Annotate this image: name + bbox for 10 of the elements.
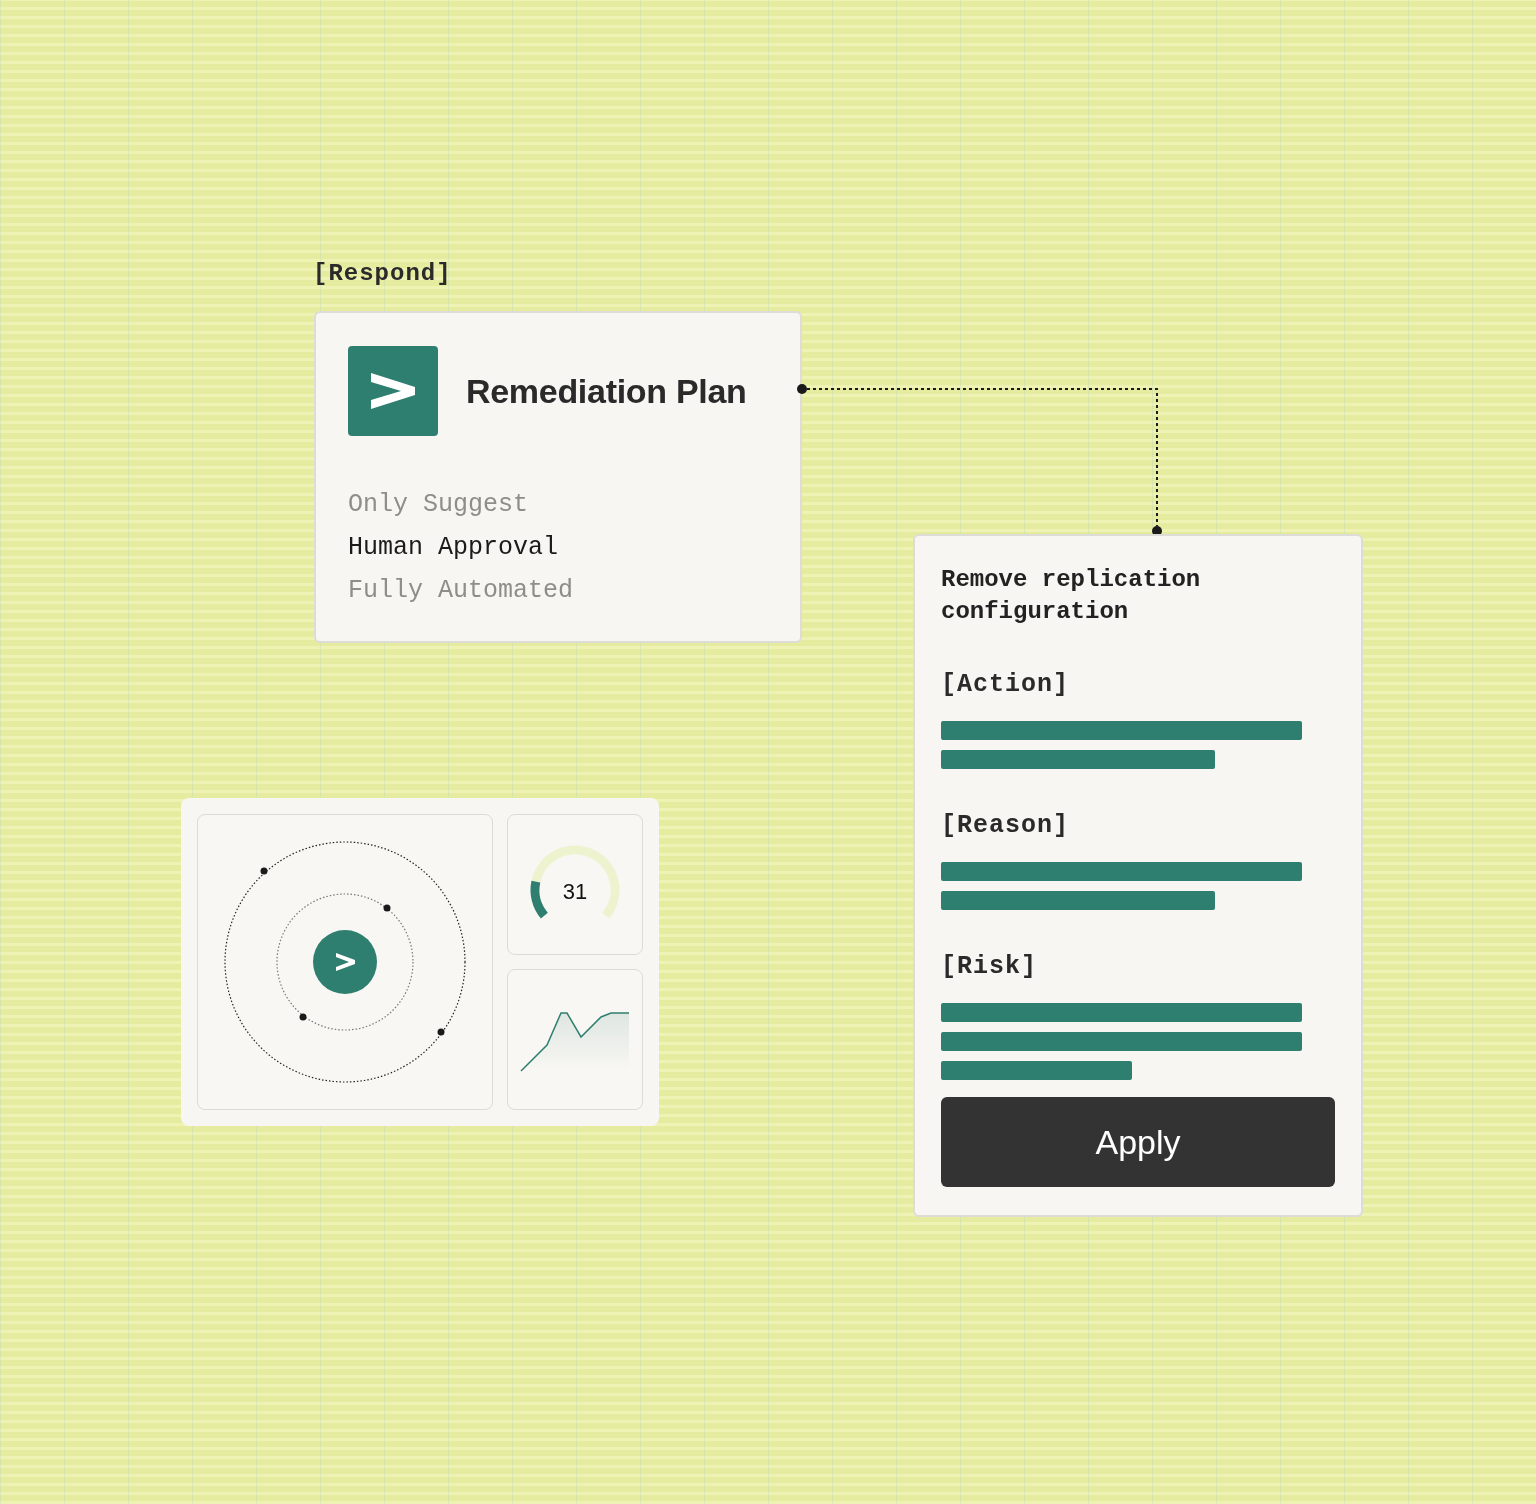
section-label: [Respond] — [313, 260, 452, 287]
card-title: Remediation Plan — [466, 371, 747, 411]
logo-icon — [348, 346, 438, 436]
section-label: [Action] — [941, 670, 1071, 699]
mode-option[interactable]: Human Approval — [348, 531, 768, 565]
card-title: Remove replication configuration — [941, 565, 1202, 627]
gauge-value: 31 — [562, 878, 588, 904]
section-label: [Reason] — [941, 811, 1071, 840]
section-label: [Risk] — [941, 952, 1038, 981]
apply-button[interactable]: Apply — [941, 1097, 1335, 1187]
